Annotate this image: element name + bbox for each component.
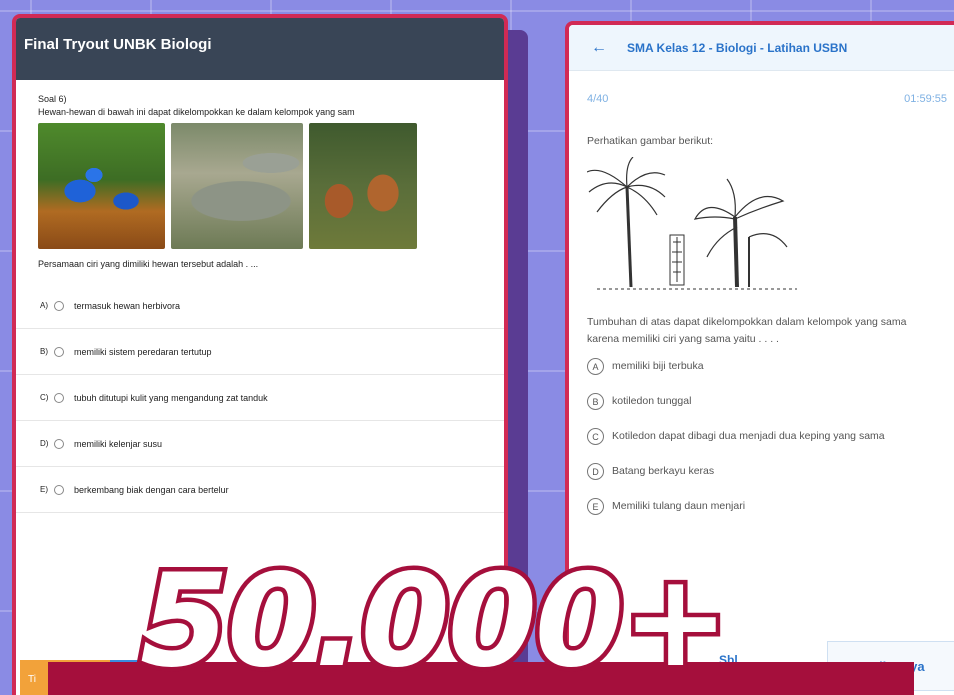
- option-letter: A): [40, 301, 48, 310]
- option-c[interactable]: C Kotiledon dapat dibagi dua menjadi dua…: [587, 428, 947, 445]
- question-images: [38, 123, 504, 249]
- option-text: kotiledon tunggal: [612, 395, 692, 407]
- option-d[interactable]: D Batang berkayu keras: [587, 463, 947, 480]
- question-progress: 4/40: [587, 93, 609, 105]
- left-app-title: Final Tryout UNBK Biologi: [24, 36, 212, 53]
- question-number: Soal 6): [38, 94, 67, 104]
- right-question-area: Perhatikan gambar berikut: Tumbuhan di a…: [569, 135, 954, 515]
- option-letter-circle[interactable]: B: [587, 393, 604, 410]
- answer-options: A memiliki biji terbuka B kotiledon tung…: [587, 358, 947, 515]
- radio-button[interactable]: [54, 438, 64, 449]
- option-a[interactable]: A memiliki biji terbuka: [587, 358, 947, 375]
- question-text: Hewan-hewan di bawah ini dapat dikelompo…: [38, 107, 355, 117]
- previous-button-label: Ti: [28, 674, 36, 685]
- option-text: berkembang biak dengan cara bertelur: [74, 484, 229, 495]
- option-letter: E): [40, 485, 48, 494]
- option-text: Memiliki tulang daun menjari: [612, 500, 746, 512]
- option-letter: B): [40, 347, 48, 356]
- left-question-area: Soal 6) Hewan-hewan di bawah ini dapat d…: [16, 80, 504, 513]
- left-app-header: Final Tryout UNBK Biologi: [16, 18, 504, 80]
- option-letter: C): [40, 393, 49, 402]
- option-c[interactable]: C) tubuh ditutupi kulit yang mengandung …: [16, 375, 504, 421]
- radio-button[interactable]: [54, 346, 64, 357]
- question-prompt: Persamaan ciri yang dimiliki hewan terse…: [38, 259, 259, 269]
- option-text: Batang berkayu keras: [612, 465, 715, 477]
- promo-headline: 50.000+: [136, 547, 734, 695]
- blue-frogs-photo: [38, 123, 165, 249]
- option-b[interactable]: B kotiledon tunggal: [587, 393, 947, 410]
- option-letter-circle[interactable]: E: [587, 498, 604, 515]
- countdown-timer: 01:59:55: [904, 93, 947, 105]
- option-text: memiliki kelenjar susu: [74, 438, 163, 449]
- option-text: memiliki sistem peredaran tertutup: [74, 346, 212, 357]
- option-a[interactable]: A) termasuk hewan herbivora: [16, 283, 504, 329]
- option-text: tubuh ditutupi kulit yang mengandung zat…: [74, 392, 268, 403]
- radio-button[interactable]: [54, 300, 64, 311]
- option-text: Kotiledon dapat dibagi dua menjadi dua k…: [612, 430, 885, 442]
- option-letter: D): [40, 439, 49, 448]
- question-instruction: Perhatikan gambar berikut:: [587, 135, 714, 147]
- deer-photo: [309, 123, 417, 249]
- option-letter-circle[interactable]: D: [587, 463, 604, 480]
- question-text: Tumbuhan di atas dapat dikelompokkan dal…: [587, 316, 907, 345]
- option-letter-circle[interactable]: C: [587, 428, 604, 445]
- option-text: termasuk hewan herbivora: [74, 300, 181, 311]
- right-app-header: ← SMA Kelas 12 - Biologi - Latihan USBN: [569, 25, 954, 71]
- answer-options: A) termasuk hewan herbivora B) memiliki …: [16, 283, 504, 513]
- radio-button[interactable]: [54, 392, 64, 403]
- crocodile-photo: [171, 123, 303, 249]
- option-b[interactable]: B) memiliki sistem peredaran tertutup: [16, 329, 504, 375]
- back-arrow-icon[interactable]: ←: [591, 39, 607, 57]
- radio-button[interactable]: [54, 484, 64, 495]
- option-e[interactable]: E Memiliki tulang daun menjari: [587, 498, 947, 515]
- option-letter-circle[interactable]: A: [587, 358, 604, 375]
- option-d[interactable]: D) memiliki kelenjar susu: [16, 421, 504, 467]
- option-e[interactable]: E) berkembang biak dengan cara bertelur: [16, 467, 504, 513]
- quiz-meta-row: 4/40 01:59:55: [569, 71, 954, 105]
- option-text: memiliki biji terbuka: [612, 360, 704, 372]
- right-app-title: SMA Kelas 12 - Biologi - Latihan USBN: [627, 40, 848, 55]
- palm-and-banana-illustration: [586, 156, 797, 290]
